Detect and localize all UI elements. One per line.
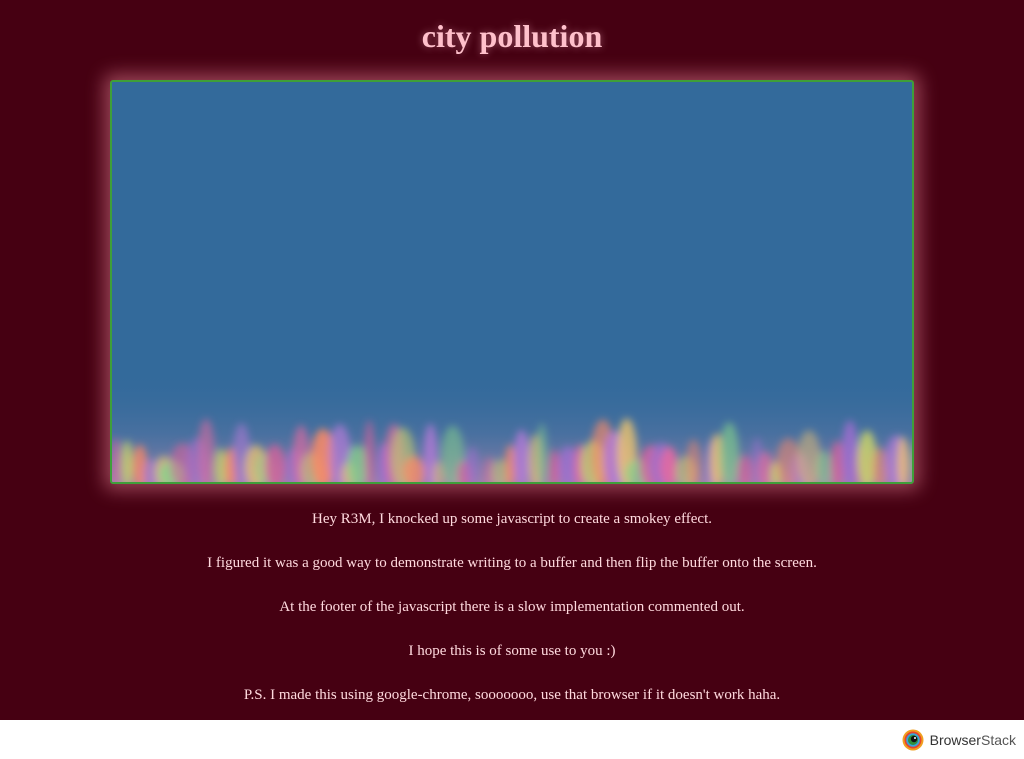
browserstack-eye-icon bbox=[902, 729, 924, 751]
page-title: city pollution bbox=[421, 18, 603, 54]
browserstack-logo[interactable]: BrowserStack bbox=[902, 729, 1016, 751]
brand-part-2: Stack bbox=[980, 732, 1016, 748]
message-line-4: I hope this is of some use to you :) bbox=[408, 643, 616, 659]
smoke-canvas bbox=[110, 80, 914, 484]
page-background: city pollution Hey R3M, I knocked up som… bbox=[0, 0, 1024, 720]
message-line-1: Hey R3M, I knocked up some javascript to… bbox=[311, 511, 712, 527]
message-line-2: I figured it was a good way to demonstra… bbox=[207, 555, 817, 571]
smoke-effect-drawing bbox=[112, 82, 912, 482]
footer-bar: BrowserStack bbox=[0, 720, 1024, 759]
message-line-5: P.S. I made this using google-chrome, so… bbox=[243, 687, 781, 703]
browserstack-wordmark: BrowserStack bbox=[930, 732, 1016, 748]
brand-part-1: Browser bbox=[929, 732, 981, 748]
message-line-3: At the footer of the javascript there is… bbox=[279, 599, 745, 615]
